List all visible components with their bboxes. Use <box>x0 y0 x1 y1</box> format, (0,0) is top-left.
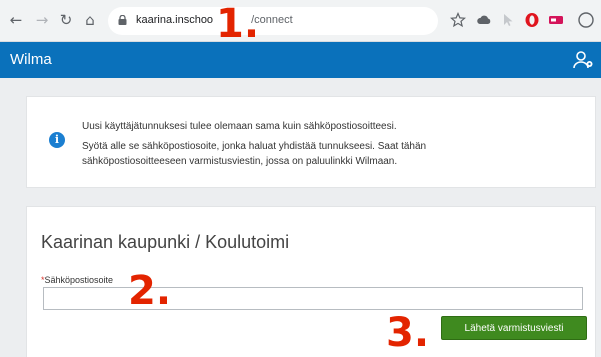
url-host: kaarina.inschoo <box>136 14 214 26</box>
step-3-annotation: 3. <box>386 310 430 356</box>
bookmark-star-icon[interactable] <box>450 12 466 28</box>
info-notice: i Uusi käyttäjätunnuksesi tulee olemaan … <box>26 96 596 188</box>
app-header: Wilma <box>0 42 601 78</box>
back-icon[interactable]: ← <box>6 10 26 30</box>
brand-title[interactable]: Wilma <box>10 51 52 68</box>
info-icon: i <box>49 132 65 148</box>
forward-icon[interactable]: → <box>32 10 52 30</box>
card-extension-icon[interactable] <box>548 12 564 28</box>
address-bar[interactable]: kaarina.inschoo/connect <box>108 7 438 35</box>
url-text: kaarina.inschoo/connect <box>136 14 293 26</box>
home-icon[interactable]: ⌂ <box>80 10 100 30</box>
notice-text-primary: Uusi käyttäjätunnuksesi tulee olemaan sa… <box>82 121 397 132</box>
cloud-extension-icon[interactable] <box>476 12 492 28</box>
email-field-label: *Sähköpostiosoite <box>41 275 113 285</box>
cursor-extension-icon[interactable] <box>500 12 516 28</box>
user-settings-icon[interactable] <box>573 50 595 70</box>
profile-icon[interactable] <box>578 12 594 28</box>
email-form: Kaarinan kaupunki / Koulutoimi *Sähköpos… <box>26 206 596 357</box>
reload-icon[interactable]: ↻ <box>56 10 76 30</box>
opera-extension-icon[interactable] <box>524 12 540 28</box>
lock-icon <box>118 15 127 25</box>
send-verification-button[interactable]: Lähetä varmistusviesti <box>441 316 587 340</box>
step-1-annotation: 1. <box>216 1 260 47</box>
page-content: i Uusi käyttäjätunnuksesi tulee olemaan … <box>0 78 601 357</box>
email-field[interactable] <box>43 287 583 310</box>
organization-title: Kaarinan kaupunki / Koulutoimi <box>41 232 290 252</box>
notice-text-secondary: Syötä alle se sähköpostiosoite, jonka ha… <box>82 141 427 167</box>
step-2-annotation: 2. <box>128 268 172 314</box>
email-label-text: Sähköpostiosoite <box>44 275 114 285</box>
browser-toolbar: ← → ↻ ⌂ kaarina.inschoo/connect <box>0 0 601 42</box>
